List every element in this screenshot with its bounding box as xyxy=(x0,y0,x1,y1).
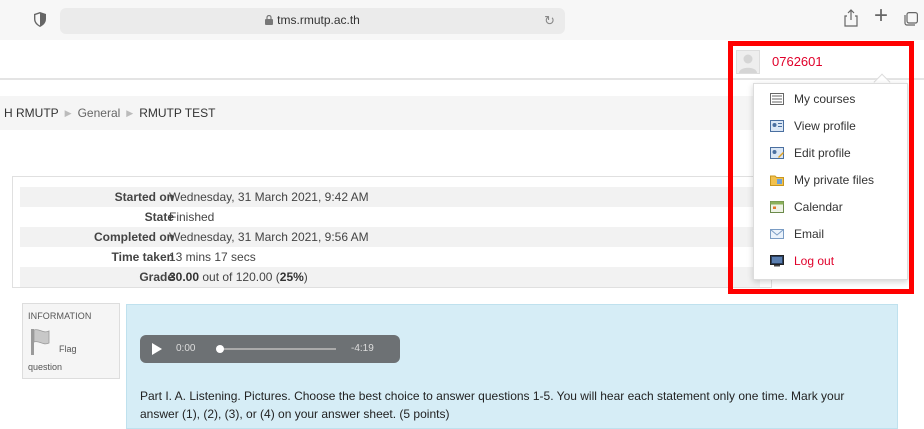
grade-value: 30.00 out of 120.00 (25%) xyxy=(169,267,308,287)
question-type: INFORMATION xyxy=(28,311,92,321)
flag-question-label[interactable]: Flag xyxy=(59,344,77,354)
audio-current-time: 0:00 xyxy=(176,343,196,354)
privacy-shield-icon[interactable] xyxy=(34,12,46,27)
audio-seek-handle[interactable] xyxy=(216,345,224,353)
flag-question-label-2[interactable]: question xyxy=(28,362,62,372)
breadcrumb-separator-icon: ▶ xyxy=(64,107,72,118)
breadcrumb-item-home[interactable]: H RMUTP xyxy=(4,106,59,120)
question-info: INFORMATION Flag question xyxy=(22,303,120,379)
annotation-highlight-box xyxy=(728,41,914,294)
breadcrumb-separator-icon: ▶ xyxy=(126,107,134,118)
question-content: 0:00 -4:19 Part I. A. Listening. Picture… xyxy=(126,304,898,429)
breadcrumb-item-general[interactable]: General xyxy=(78,106,121,120)
lock-icon xyxy=(265,15,274,25)
summary-value: Wednesday, 31 March 2021, 9:56 AM xyxy=(169,230,369,244)
summary-value: Finished xyxy=(169,210,215,224)
grade-close: ) xyxy=(303,270,308,284)
address-bar[interactable]: tms.rmutp.ac.th ↻ xyxy=(60,8,565,34)
flag-icon[interactable] xyxy=(29,328,57,356)
breadcrumb-item-test[interactable]: RMUTP TEST xyxy=(139,106,215,120)
summary-label: Started on xyxy=(114,190,174,204)
summary-label: Completed on xyxy=(94,230,174,244)
question-text: Part I. A. Listening. Pictures. Choose t… xyxy=(140,389,845,421)
audio-seek-bar[interactable] xyxy=(218,348,336,350)
summary-row-state: State Finished xyxy=(20,207,760,227)
play-icon[interactable] xyxy=(152,343,162,355)
url-text: tms.rmutp.ac.th xyxy=(277,13,360,27)
summary-row-time-taken: Time taken 13 mins 17 secs xyxy=(20,247,760,267)
reload-icon[interactable]: ↻ xyxy=(544,13,555,29)
browser-toolbar: tms.rmutp.ac.th ↻ + xyxy=(0,0,924,40)
audio-remaining-time: -4:19 xyxy=(351,343,374,354)
audio-player: 0:00 -4:19 xyxy=(140,335,400,363)
breadcrumb: H RMUTP ▶ General ▶ RMUTP TEST xyxy=(4,106,215,120)
summary-row-started: Started on Wednesday, 31 March 2021, 9:4… xyxy=(20,187,760,207)
grade-percent: 25% xyxy=(279,270,304,284)
summary-value: Wednesday, 31 March 2021, 9:42 AM xyxy=(169,190,369,204)
share-icon[interactable] xyxy=(844,9,858,27)
grade-out-of: out of 120.00 ( xyxy=(199,270,280,284)
summary-value: 13 mins 17 secs xyxy=(169,250,256,264)
summary-row-grade: Grade 30.00 out of 120.00 (25%) xyxy=(20,267,760,287)
tab-overview-icon[interactable] xyxy=(904,12,918,26)
new-tab-icon[interactable]: + xyxy=(874,4,888,28)
grade-score: 30.00 xyxy=(169,270,200,284)
summary-label: Time taken xyxy=(111,250,174,264)
summary-row-completed: Completed on Wednesday, 31 March 2021, 9… xyxy=(20,227,760,247)
